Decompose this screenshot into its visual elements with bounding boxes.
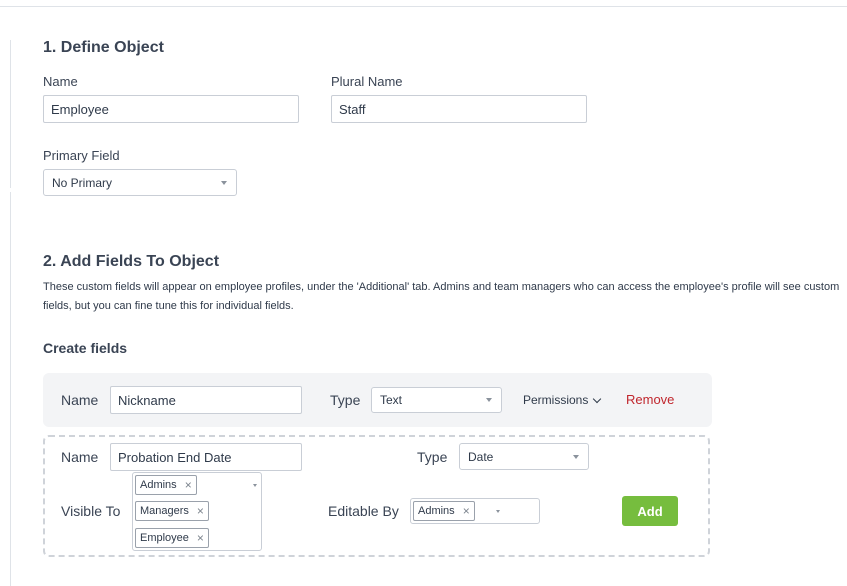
plural-name-value: Staff <box>339 101 366 117</box>
create-fields-title: Create fields <box>43 340 128 356</box>
close-icon[interactable]: × <box>197 504 204 518</box>
object-name-value: Employee <box>51 101 109 117</box>
field2-type-select[interactable]: Date <box>459 443 589 470</box>
field1-name-value: Nickname <box>118 392 176 408</box>
section2-title: 2. Add Fields To Object <box>43 253 220 270</box>
tag-label: Admins <box>140 479 177 491</box>
section1-title: 1. Define Object <box>43 39 164 56</box>
chevron-down-icon <box>496 510 500 513</box>
tag-label: Employee <box>140 532 189 544</box>
field1-type-select[interactable]: Text <box>371 387 502 413</box>
top-divider <box>0 6 847 7</box>
tag-admins: Admins × <box>135 475 197 495</box>
field1-type-label: Type <box>330 392 361 408</box>
field1-name-input[interactable]: Nickname <box>110 386 302 414</box>
section2-description: These custom fields will appear on emplo… <box>43 281 840 312</box>
chevron-down-icon <box>573 454 579 459</box>
tag-admins: Admins × <box>413 501 475 521</box>
visible-to-label: Visible To <box>61 503 121 519</box>
close-icon[interactable]: × <box>197 531 204 545</box>
plural-name-label: Plural Name <box>331 74 403 89</box>
tag-managers: Managers × <box>135 501 209 521</box>
chevron-down-icon <box>221 180 227 185</box>
field2-type-value: Date <box>468 449 494 464</box>
permissions-dropdown[interactable]: Permissions <box>523 393 602 407</box>
primary-field-select[interactable]: No Primary <box>43 169 237 196</box>
tag-employee: Employee × <box>135 528 209 548</box>
object-name-input[interactable]: Employee <box>43 95 299 123</box>
close-icon[interactable]: × <box>463 504 470 518</box>
editable-by-label: Editable By <box>328 503 399 519</box>
chevron-down-icon <box>253 484 257 487</box>
field2-name-label: Name <box>61 449 99 465</box>
close-icon[interactable]: × <box>185 478 192 492</box>
chevron-down-icon <box>486 398 492 402</box>
chevron-down-icon <box>593 394 602 403</box>
field1-type-value: Text <box>380 393 403 407</box>
field2-name-value: Probation End Date <box>118 449 232 465</box>
tag-label: Admins <box>418 505 455 517</box>
remove-field-link[interactable]: Remove <box>626 392 674 407</box>
field2-type-label: Type <box>417 449 448 465</box>
permissions-label: Permissions <box>523 393 589 407</box>
primary-field-label: Primary Field <box>43 148 120 163</box>
tag-label: Managers <box>140 505 189 517</box>
primary-field-value: No Primary <box>52 175 113 190</box>
field1-name-label: Name <box>61 392 99 408</box>
left-panel-edge-lower <box>10 192 11 586</box>
left-panel-edge <box>10 40 11 188</box>
field2-name-input[interactable]: Probation End Date <box>110 443 302 471</box>
add-field-button[interactable]: Add <box>622 496 678 526</box>
plural-name-input[interactable]: Staff <box>331 95 587 123</box>
name-label: Name <box>43 74 78 89</box>
